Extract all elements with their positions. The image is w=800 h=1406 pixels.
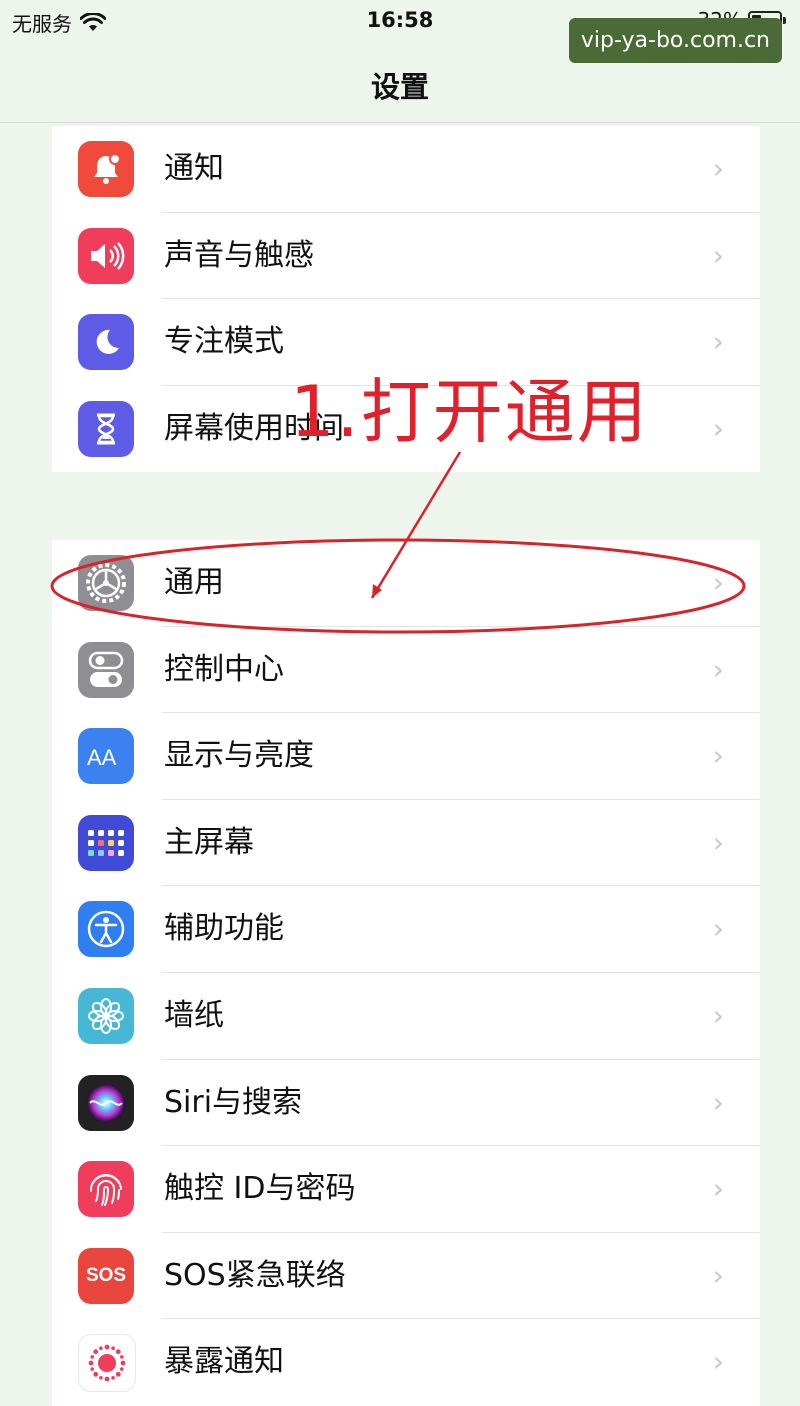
annotation-overlay xyxy=(50,451,746,634)
annotation-arrow xyxy=(370,451,462,599)
